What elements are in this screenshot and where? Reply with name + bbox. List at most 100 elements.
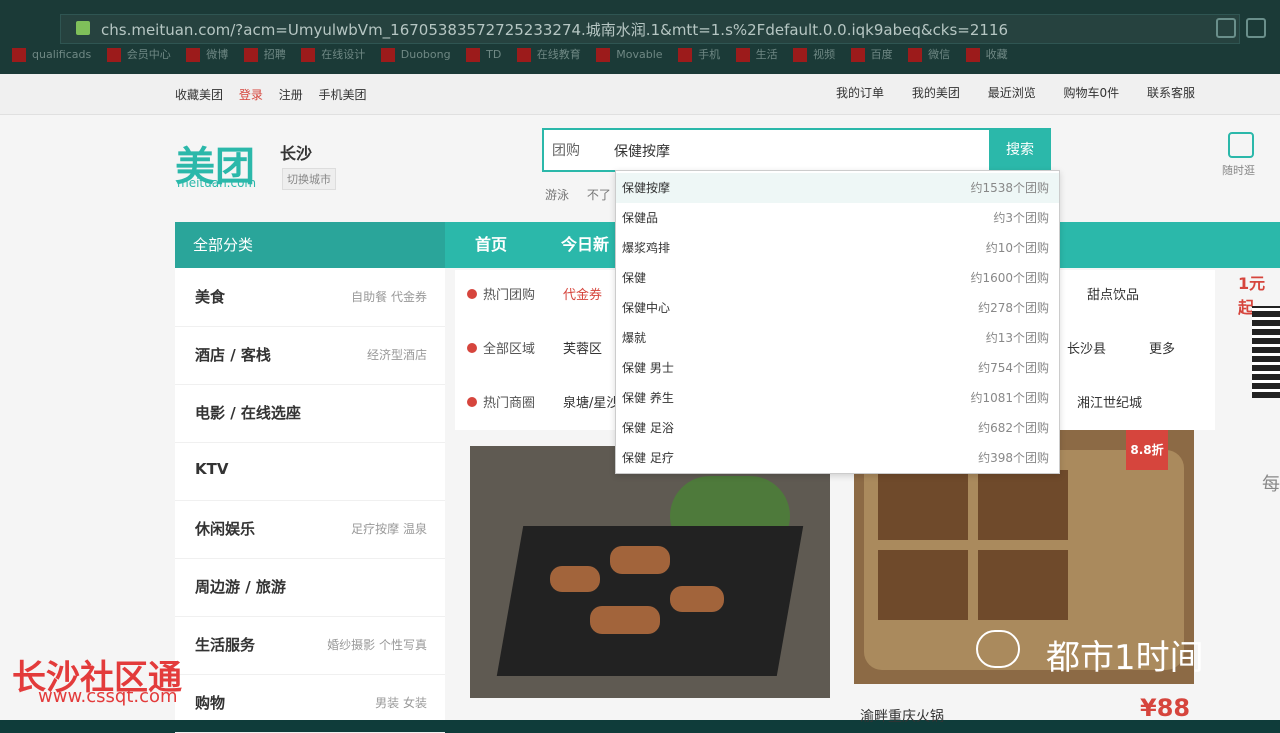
bookmark-item[interactable]: Duobong — [380, 48, 451, 62]
category-row[interactable]: 电影 / 在线选座 — [175, 384, 445, 443]
bookmark-icon — [735, 48, 750, 62]
suggestion-item[interactable]: 保健 足疗 约398个团购 — [616, 443, 1059, 473]
filter-item[interactable]: 芙蓉区 — [563, 338, 602, 357]
news-label: 都市1时间 — [1046, 638, 1204, 678]
hotpot-cell — [878, 550, 968, 620]
more-filter-button[interactable]: 更多 — [1149, 338, 1175, 357]
category-row[interactable]: KTV — [175, 442, 445, 501]
my-orders-link[interactable]: 我的订单 — [836, 86, 884, 100]
bookmark-icon — [965, 48, 980, 62]
bookmark-icon — [301, 48, 316, 62]
bookmark-item[interactable]: 视频 — [793, 46, 835, 62]
bookmark-item[interactable]: 在线教育 — [516, 46, 581, 62]
hotpot-cell — [878, 470, 968, 540]
category-sub[interactable]: 经济型酒店 — [367, 346, 427, 363]
suggestion-item[interactable]: 保健 约1600个团购 — [616, 263, 1059, 293]
suggestion-count: 约3个团购 — [993, 211, 1049, 225]
filter-item[interactable]: 湘江世纪城 — [1077, 392, 1142, 411]
category-main: 美食 — [195, 288, 226, 306]
suggestion-item[interactable]: 爆就 约13个团购 — [616, 323, 1059, 353]
suggestion-count: 约1538个团购 — [970, 181, 1049, 195]
register-link[interactable]: 注册 — [279, 88, 303, 102]
category-sub[interactable]: 婚纱摄影 个性写真 — [327, 636, 427, 653]
qr-code — [1252, 306, 1280, 398]
category-row[interactable]: 周边游 / 旅游 — [175, 558, 445, 617]
cart-link[interactable]: 购物车0件 — [1064, 86, 1120, 100]
bookmark-item[interactable]: 手机 — [678, 46, 720, 62]
suggestion-item[interactable]: 保健品 约3个团购 — [616, 203, 1059, 233]
filter-label: 热门商圈 — [467, 392, 535, 411]
login-link[interactable]: 登录 — [239, 88, 263, 102]
recommend-item[interactable]: 游泳 — [545, 188, 569, 202]
category-sub[interactable]: 自助餐 代金券 — [351, 288, 427, 305]
address-bar[interactable]: chs.meituan.com/?acm=UmyulwbVm_167053835… — [60, 14, 1240, 44]
bookmark-label: 百度 — [870, 48, 893, 61]
mobile-link[interactable]: 手机美团 — [319, 88, 367, 102]
bookmark-icon — [908, 48, 923, 62]
suggestion-count: 约10个团购 — [985, 241, 1049, 255]
filter-label: 热门团购 — [467, 284, 535, 303]
suggestion-item[interactable]: 保健中心 约278个团购 — [616, 293, 1059, 323]
bookmark-item[interactable]: 会员中心 — [106, 46, 171, 62]
suggestion-item[interactable]: 保健按摩 约1538个团购 — [616, 173, 1059, 203]
filter-label: 全部区域 — [467, 338, 535, 357]
bookmark-label: 在线设计 — [321, 48, 366, 61]
hotpot-cell — [978, 470, 1068, 540]
my-meituan-link[interactable]: 我的美团 — [912, 86, 960, 100]
bookmark-icon — [380, 48, 395, 62]
filter-item[interactable]: 代金券 — [563, 284, 602, 303]
site-logo-sub: meituan.com — [177, 176, 257, 190]
product-title[interactable]: 渝畔重庆火锅 — [860, 706, 944, 726]
suggestion-term: 保健 足浴 — [622, 421, 674, 435]
menu-icon[interactable] — [1246, 18, 1266, 38]
recent-browse-link[interactable]: 最近浏览 — [988, 86, 1036, 100]
suggestion-item[interactable]: 保健 男士 约754个团购 — [616, 353, 1059, 383]
category-sub[interactable]: 足疗按摩 温泉 — [351, 520, 427, 537]
search-input[interactable] — [612, 136, 916, 166]
bookmark-label: TD — [486, 48, 502, 61]
suggestion-item[interactable]: 保健 足浴 约682个团购 — [616, 413, 1059, 443]
category-sub[interactable]: 男装 女装 — [375, 694, 427, 711]
bookmark-icon — [466, 48, 481, 62]
bookmark-item[interactable]: TD — [466, 48, 501, 62]
bookmark-label: qualificads — [32, 48, 92, 61]
app-icon[interactable] — [1228, 132, 1254, 158]
search-button[interactable]: 搜索 — [989, 130, 1051, 170]
filter-item[interactable]: 泉塘/星沙 — [563, 392, 619, 411]
bookmark-item[interactable]: Movable — [596, 48, 663, 62]
site-topbar: 收藏美团 登录 注册 手机美团 我的订单 我的美团 最近浏览 购物车0件 联系客… — [0, 74, 1280, 115]
category-row[interactable]: 购物 男装 女装 — [175, 674, 445, 733]
recommend-item[interactable]: 不了 — [587, 188, 611, 202]
extension-icon[interactable] — [1216, 18, 1236, 38]
meat-shape — [610, 546, 670, 574]
filter-label-text: 全部区域 — [483, 342, 536, 357]
bookmark-label: 招聘 — [263, 48, 286, 61]
bookmark-item[interactable]: 微信 — [908, 46, 950, 62]
bookmark-item[interactable]: 生活 — [735, 46, 778, 62]
site-icon — [76, 21, 90, 35]
category-row[interactable]: 酒店 / 客栈 经济型酒店 — [175, 326, 445, 385]
suggestion-item[interactable]: 保健 养生 约1081个团购 — [616, 383, 1059, 413]
bookmark-item[interactable]: 微博 — [186, 46, 228, 62]
bookmark-item[interactable]: 在线设计 — [301, 46, 365, 62]
all-categories-tab[interactable]: 全部分类 — [175, 222, 445, 268]
category-row[interactable]: 美食 自助餐 代金券 — [175, 268, 445, 327]
bookmark-item[interactable]: 收藏 — [965, 46, 1008, 62]
search-type-select[interactable]: 团购 — [552, 140, 580, 160]
bookmark-item[interactable]: 百度 — [850, 46, 893, 62]
favorite-link[interactable]: 收藏美团 — [175, 88, 223, 102]
meat-shape — [550, 566, 600, 592]
bookmark-item[interactable]: qualificads — [12, 48, 91, 62]
nav-today[interactable]: 今日新 — [561, 222, 609, 268]
contact-link[interactable]: 联系客服 — [1147, 86, 1195, 100]
category-row[interactable]: 生活服务 婚纱摄影 个性写真 — [175, 616, 445, 675]
filter-item[interactable]: 甜点饮品 — [1087, 284, 1139, 303]
bookmark-item[interactable]: 招聘 — [243, 46, 286, 62]
switch-city-button[interactable]: 切换城市 — [282, 168, 336, 190]
suggestion-item[interactable]: 爆浆鸡排 约10个团购 — [616, 233, 1059, 263]
product-image-bbq[interactable] — [470, 446, 830, 698]
category-row[interactable]: 休闲娱乐 足疗按摩 温泉 — [175, 500, 445, 559]
nav-home[interactable]: 首页 — [475, 222, 507, 268]
suggestion-term: 保健 男士 — [622, 361, 674, 375]
filter-item[interactable]: 长沙县 — [1067, 338, 1106, 357]
